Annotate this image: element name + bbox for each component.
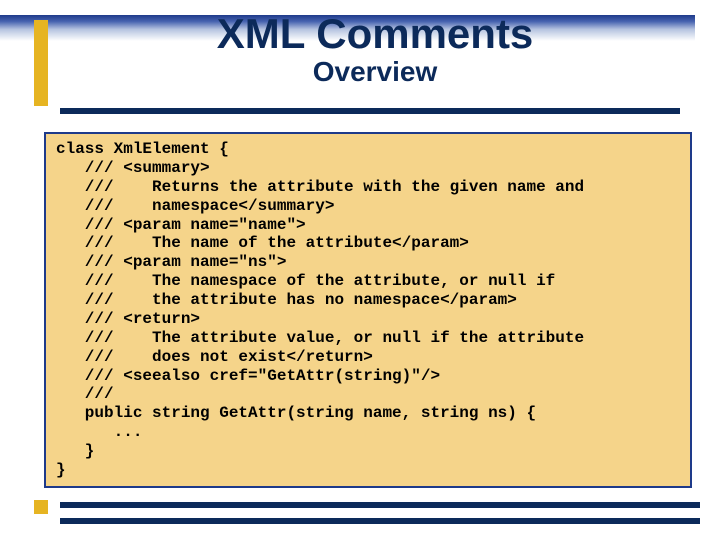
code-line: /// does not exist</return>	[56, 348, 373, 366]
slide-subtitle: Overview	[70, 56, 680, 88]
code-line: }	[56, 442, 94, 460]
code-line: /// Returns the attribute with the given…	[56, 178, 584, 196]
code-line: ///	[56, 385, 114, 403]
code-line: /// the attribute has no namespace</para…	[56, 291, 517, 309]
slide: XML Comments Overview class XmlElement {…	[0, 0, 720, 540]
divider-top	[60, 108, 680, 114]
code-box: class XmlElement { /// <summary> /// Ret…	[44, 132, 692, 488]
code-line: /// The name of the attribute</param>	[56, 234, 469, 252]
title-block: XML Comments Overview	[70, 10, 680, 88]
code-line: /// The attribute value, or null if the …	[56, 329, 584, 347]
code-line: /// The namespace of the attribute, or n…	[56, 272, 555, 290]
divider-bottom-1	[60, 502, 700, 508]
accent-bar-bottom	[34, 500, 48, 514]
code-line: /// <return>	[56, 310, 200, 328]
code-line: /// <param name="name">	[56, 216, 306, 234]
code-line: /// <summary>	[56, 159, 210, 177]
code-line: /// <seealso cref="GetAttr(string)"/>	[56, 367, 440, 385]
divider-bottom-2	[60, 518, 700, 524]
accent-bar-top	[34, 20, 48, 106]
code-line: /// <param name="ns">	[56, 253, 286, 271]
code-line: ...	[56, 423, 142, 441]
code-line: }	[56, 461, 66, 479]
code-line: class XmlElement {	[56, 140, 229, 158]
code-line: /// namespace</summary>	[56, 197, 334, 215]
code-line: public string GetAttr(string name, strin…	[56, 404, 536, 422]
slide-title: XML Comments	[70, 10, 680, 58]
